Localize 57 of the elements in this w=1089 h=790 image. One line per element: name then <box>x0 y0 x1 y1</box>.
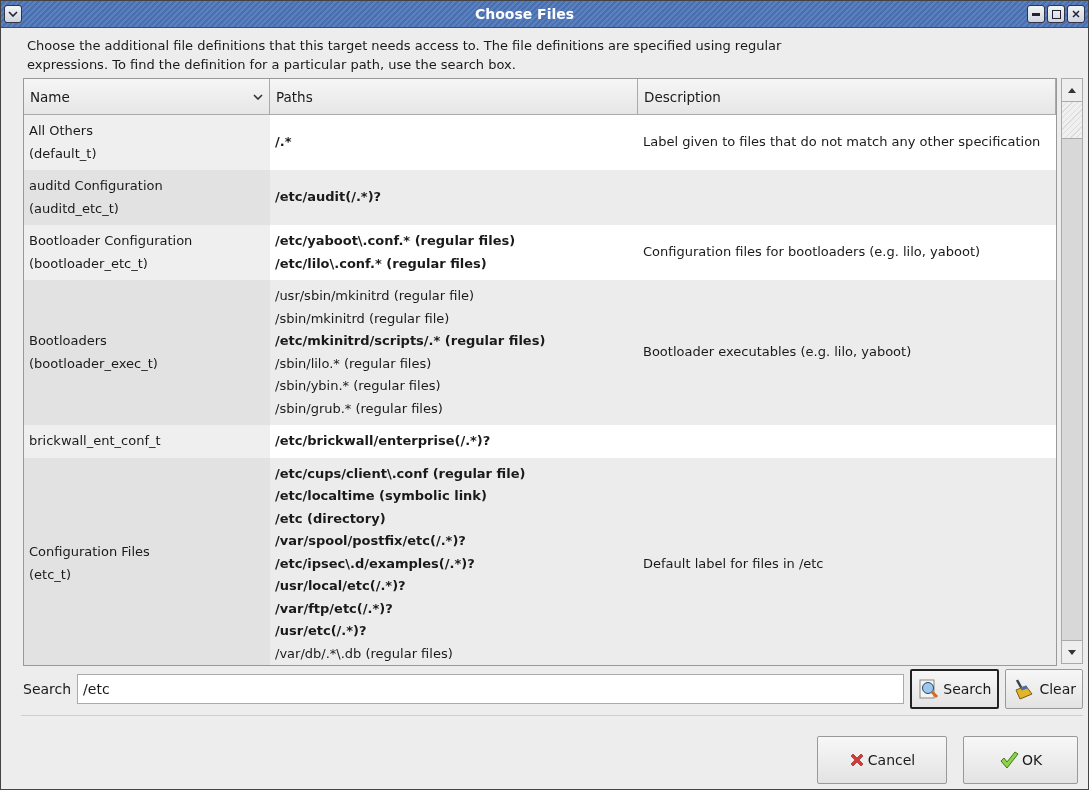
minimize-button[interactable] <box>1027 5 1045 23</box>
search-field[interactable]: /etc <box>77 674 905 704</box>
column-header[interactable]: Paths <box>270 79 638 115</box>
path-text: /etc/mkinitrd/scripts/.* (regular files) <box>275 332 546 350</box>
maximize-button[interactable] <box>1047 5 1065 23</box>
path-text: /usr/local/etc(/.*)? <box>275 577 406 595</box>
clear-button[interactable]: Clear <box>1005 669 1083 709</box>
name-cell: brickwall_ent_conf_t <box>24 425 270 458</box>
column-header[interactable]: Name <box>24 79 270 115</box>
path-text: /etc (directory) <box>275 509 386 528</box>
search-label: Search <box>23 681 72 697</box>
ok-button[interactable]: OK <box>963 736 1078 784</box>
window-menu-button[interactable] <box>4 5 22 23</box>
path-text: /etc/cups/client\.conf (regular file) <box>275 464 526 483</box>
chevron-down-icon <box>8 11 18 17</box>
path-text: /usr/sbin/mkinitrd (regular file) <box>275 287 475 305</box>
maximize-icon <box>1051 9 1061 19</box>
path-text: /etc/localtime (symbolic link) <box>275 487 487 505</box>
cancel-button[interactable]: Cancel <box>817 736 947 784</box>
scroll-down-button[interactable] <box>1062 640 1082 663</box>
scrollbar[interactable] <box>1061 78 1083 664</box>
name-cell: Bootloader Configuration (bootloader_etc_t) <box>24 225 270 280</box>
path-text: /sbin/mkinitrd (regular file) <box>275 309 450 328</box>
close-button[interactable] <box>1067 5 1085 23</box>
path-text: /sbin/ybin.* (regular files) <box>275 377 441 395</box>
path-text: /etc/yaboot\.conf.* (regular files) <box>275 232 516 250</box>
path-text: /var/spool/postfix/etc(/.*)? <box>275 532 466 550</box>
description-cell: Bootloader executables (e.g. lilo, yaboot) <box>638 280 1056 425</box>
search-button[interactable]: Search <box>910 669 1000 709</box>
scroll-up-icon <box>1068 87 1076 93</box>
name-cell: All Others (default_t) <box>24 115 270 170</box>
column-header[interactable]: Description <box>638 79 1056 115</box>
path-text: /etc/brickwall/enterprise(/.*)? <box>275 432 491 450</box>
path-text: /var/ftp/etc(/.*)? <box>275 599 393 618</box>
checkmark-icon <box>998 751 1019 769</box>
window-title: Choose Files <box>473 6 576 22</box>
path-text: /etc/ipsec\.d/examples(/.*)? <box>275 554 475 573</box>
name-cell: auditd Configuration (auditd_etc_t) <box>24 170 270 225</box>
minimize-icon <box>1032 12 1040 16</box>
close-icon <box>1072 10 1080 18</box>
scroll-thumb[interactable] <box>1062 102 1082 139</box>
description-cell: Default label for files in /etc <box>638 457 1056 665</box>
name-cell: Bootloaders (bootloader_exec_t) <box>24 280 270 425</box>
chevron-down-icon <box>253 93 263 100</box>
path-text: /.* <box>275 133 292 152</box>
path-text: /etc/lilo\.conf.* (regular files) <box>275 254 487 273</box>
instructions-text: Choose the additional file definitions that this target needs access to. The file definitions are specified using regular expressions. To find the definition for a particular path, use the search box. <box>26 37 783 74</box>
name-cell: Configuration Files (etc_t) <box>24 457 270 665</box>
path-text: /sbin/grub.* (regular files) <box>275 399 443 418</box>
path-text: /var/db/.*\.db (regular files) <box>275 644 453 663</box>
scroll-down-icon <box>1068 649 1076 655</box>
path-text: /sbin/lilo.* (regular files) <box>275 354 432 373</box>
scroll-up-button[interactable] <box>1062 79 1082 102</box>
path-text: /etc/audit(/.*)? <box>275 188 382 207</box>
close-icon <box>848 752 865 768</box>
path-text: /usr/etc(/.*)? <box>275 622 367 640</box>
search-icon <box>918 678 941 700</box>
